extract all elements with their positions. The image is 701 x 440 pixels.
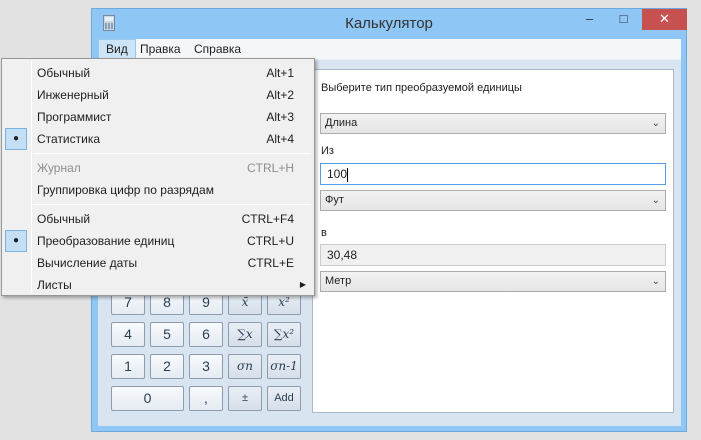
from-unit-select[interactable]: Фут ⌄: [320, 190, 666, 211]
menu-item[interactable]: ● Статистика Alt+4: [4, 128, 312, 150]
menu-item-label: Журнал: [37, 161, 81, 175]
key-button[interactable]: 4: [111, 322, 145, 347]
radio-check-icon: ●: [5, 230, 27, 252]
to-label: в: [321, 227, 327, 239]
to-unit-value: Метр: [325, 275, 352, 287]
chevron-down-icon: ⌄: [651, 118, 660, 129]
menu-item-label: Группировка цифр по разрядам: [37, 183, 214, 197]
key-button[interactable]: ,: [189, 386, 223, 411]
text-cursor: [347, 167, 349, 182]
key-button[interactable]: 2: [150, 354, 184, 379]
key-button[interactable]: ∑x: [228, 322, 262, 347]
menu-item-label: Статистика: [37, 132, 101, 146]
menu-item[interactable]: Журнал CTRL+H: [4, 157, 312, 179]
menu-item[interactable]: Обычный Alt+1: [4, 62, 312, 84]
maximize-button[interactable]: □: [610, 9, 637, 30]
key-button[interactable]: 0: [111, 386, 184, 411]
menu-item[interactable]: Листы ▶: [4, 274, 312, 296]
unit-conversion-panel: Выберите тип преобразуемой единицы Длина…: [312, 69, 674, 413]
conversion-prompt: Выберите тип преобразуемой единицы: [321, 82, 522, 94]
menu-item-label: Программист: [37, 110, 112, 124]
key-button[interactable]: σn: [228, 354, 262, 379]
key-button[interactable]: ∑x²: [267, 322, 301, 347]
minimize-button[interactable]: –: [576, 9, 603, 30]
menu-item[interactable]: ● Преобразование единиц CTRL+U: [4, 230, 312, 252]
menu-separator: [33, 153, 311, 154]
menu-item[interactable]: Программист Alt+3: [4, 106, 312, 128]
menu-view[interactable]: Вид: [98, 39, 136, 59]
menu-item[interactable]: Группировка цифр по разрядам: [4, 179, 312, 201]
from-label: Из: [321, 145, 334, 157]
menu-item-label: Преобразование единиц: [37, 234, 175, 248]
menu-item-label: Инженерный: [37, 88, 109, 102]
from-unit-value: Фут: [325, 194, 344, 206]
menu-item-shortcut: CTRL+E: [247, 256, 294, 270]
unit-type-select[interactable]: Длина ⌄: [320, 113, 666, 134]
menu-item-label: Листы: [37, 278, 72, 292]
submenu-arrow-icon: ▶: [299, 280, 306, 289]
menu-help[interactable]: Справка: [187, 39, 248, 59]
menu-item-label: Обычный: [37, 212, 91, 226]
menu-item-label: Обычный: [37, 66, 91, 80]
menu-item-label: Вычисление даты: [37, 256, 138, 270]
menu-item-shortcut: Alt+1: [266, 66, 294, 80]
to-value-output: 30,48: [320, 244, 666, 266]
menu-item-shortcut: CTRL+F4: [241, 212, 294, 226]
menu-item-shortcut: Alt+3: [266, 110, 294, 124]
menu-item[interactable]: Инженерный Alt+2: [4, 84, 312, 106]
chevron-down-icon: ⌄: [651, 195, 660, 206]
menu-edit[interactable]: Правка: [133, 39, 188, 59]
from-value: 100: [327, 167, 348, 181]
menu-item-shortcut: CTRL+U: [246, 234, 294, 248]
key-button[interactable]: ±: [228, 386, 262, 411]
to-unit-select[interactable]: Метр ⌄: [320, 271, 666, 292]
radio-check-icon: ●: [5, 128, 27, 150]
key-button[interactable]: 5: [150, 322, 184, 347]
unit-type-value: Длина: [325, 117, 358, 129]
title-bar[interactable]: Калькулятор – □ ✕: [92, 9, 687, 39]
key-button[interactable]: 6: [189, 322, 223, 347]
key-button[interactable]: Add: [267, 386, 301, 411]
close-button[interactable]: ✕: [642, 9, 687, 30]
chevron-down-icon: ⌄: [651, 276, 660, 287]
key-button[interactable]: 3: [189, 354, 223, 379]
key-button[interactable]: 1: [111, 354, 145, 379]
key-button[interactable]: σn-1: [267, 354, 301, 379]
menu-item-shortcut: Alt+2: [266, 88, 294, 102]
menu-item-shortcut: Alt+4: [266, 132, 294, 146]
view-menu-dropdown: Обычный Alt+1 Инженерный Alt+2 Программист Al…: [1, 58, 315, 296]
from-value-input[interactable]: 100: [320, 163, 666, 185]
menu-item[interactable]: Вычисление даты CTRL+E: [4, 252, 312, 274]
menu-bar: Вид Правка Справка: [98, 39, 681, 59]
menu-separator: [33, 204, 311, 205]
menu-item-shortcut: CTRL+H: [246, 161, 294, 175]
menu-item[interactable]: Обычный CTRL+F4: [4, 208, 312, 230]
